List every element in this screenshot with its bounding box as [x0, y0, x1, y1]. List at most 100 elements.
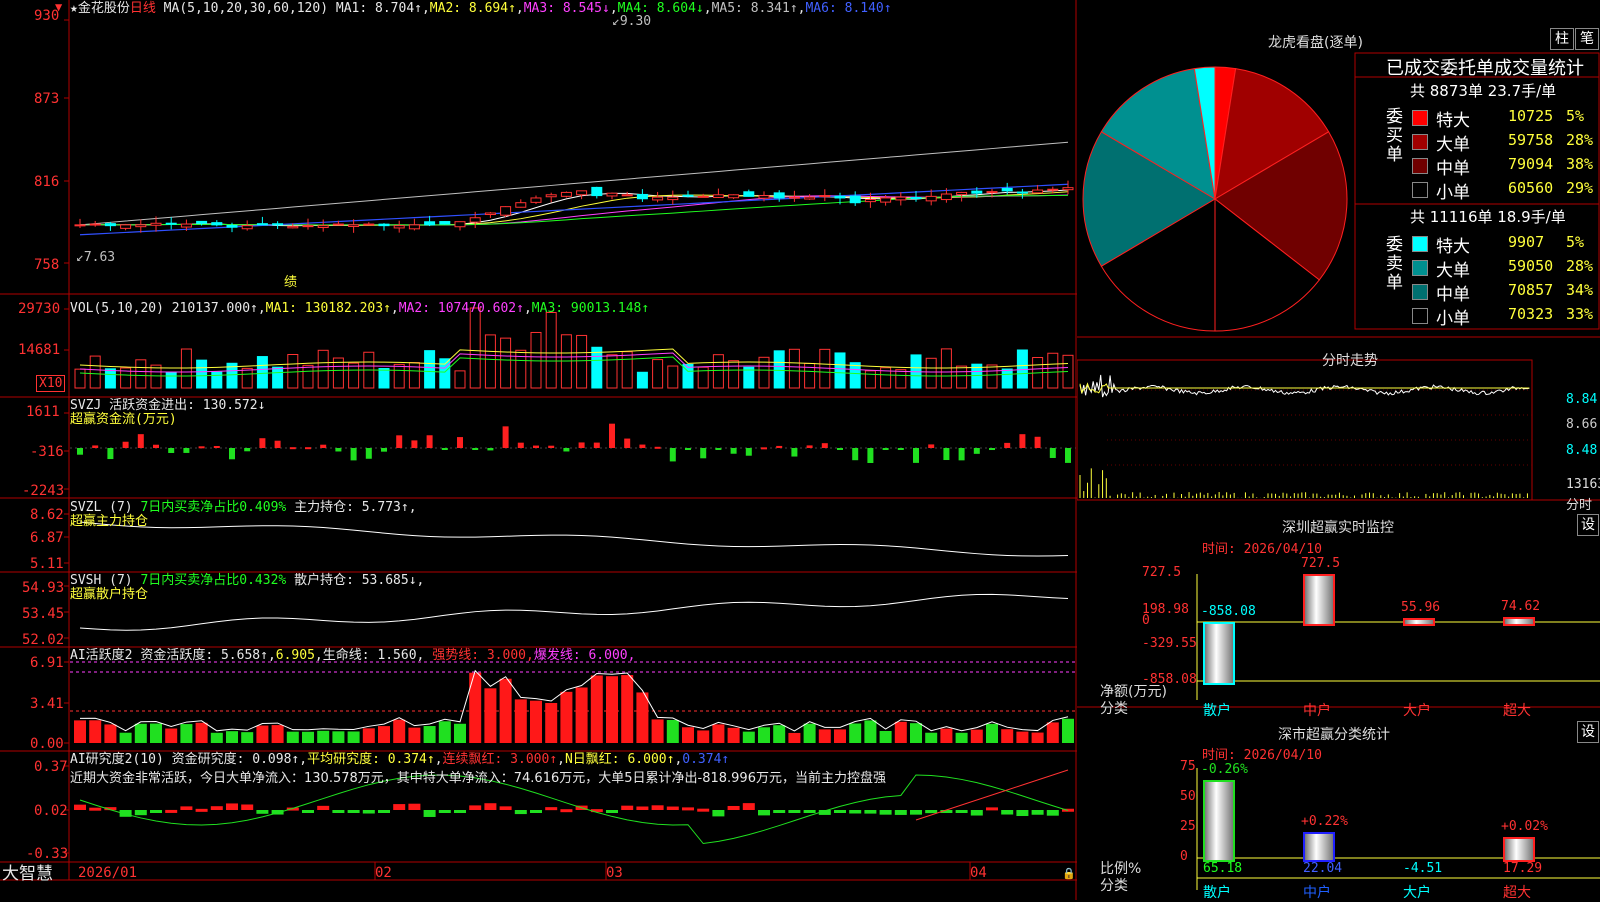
research-bar [788, 810, 801, 813]
research-bar [256, 810, 269, 814]
bar-view-button[interactable]: 柱 [1550, 28, 1574, 50]
activity-bar [697, 730, 710, 743]
flow-bar [1019, 434, 1026, 448]
activity-bar [499, 678, 512, 743]
earnings-mark[interactable]: 绩 [284, 275, 297, 290]
candle-body [576, 190, 588, 196]
research-bar [317, 805, 330, 810]
research-bar [469, 805, 482, 810]
candle-body [940, 193, 952, 201]
candle-body [211, 222, 223, 226]
flow-bar [730, 448, 737, 454]
volume-bar [89, 355, 101, 389]
ma-line [79, 194, 1069, 226]
candle-body [834, 195, 846, 199]
activity-bar [758, 727, 770, 743]
research-bar [925, 810, 938, 814]
flow-bar [669, 448, 676, 462]
candle-body [606, 192, 618, 197]
sz-monitor-bar-value: -858.08 [1201, 604, 1256, 619]
flow-bar [335, 448, 342, 452]
activity-bar [803, 723, 816, 743]
ma1-value: MA1: 8.704↑ [335, 1, 422, 16]
flow-bar [320, 444, 327, 448]
flow-bar [426, 435, 433, 448]
high-price-mark: ↙9.30 [612, 14, 652, 29]
ma-params: MA(5,10,20,30,60,120) [163, 1, 329, 16]
volume-bar [1047, 352, 1059, 389]
sz-monitor-bar [1403, 618, 1435, 627]
stat-row-pct: 5% [1566, 233, 1585, 251]
stat-row-pct: 5% [1566, 107, 1585, 125]
volume-bar [925, 357, 937, 389]
volume-bar [135, 359, 147, 389]
sz-monitor-bar [1503, 617, 1535, 626]
tick-view-button[interactable]: 笔 [1575, 28, 1599, 50]
research-bar [89, 807, 102, 811]
candle-body [104, 223, 116, 227]
sz-class-time: 时间: 2026/04/10 [1202, 748, 1322, 763]
flow-bar [229, 448, 235, 460]
volume-bar [211, 371, 223, 389]
stat-row-value: 59050 [1508, 257, 1554, 275]
stat-row-name: 小单 [1436, 183, 1470, 203]
flow-bar [867, 448, 874, 463]
flow-bar [563, 448, 570, 452]
candle-body [515, 202, 527, 208]
research-bar [347, 810, 360, 813]
svsh-ytick: 53.45 [22, 606, 65, 622]
avg-price-line [1079, 382, 1530, 394]
research-bar [226, 803, 238, 810]
flow-bar [745, 448, 752, 456]
vol-header: VOL(5,10,20) 210137.000↑,MA1: 130182.203… [70, 301, 650, 316]
candle-body [226, 224, 238, 228]
research-bar [560, 809, 573, 813]
flow-bar [289, 447, 296, 450]
vol-unit-badge[interactable]: X10 [36, 375, 66, 392]
volume-bar [317, 349, 329, 389]
volume-bar [986, 364, 998, 389]
flow-bar [1065, 448, 1071, 463]
activity-bar [89, 720, 102, 743]
main-ytick: 816 [34, 174, 60, 190]
flow-bar [1004, 442, 1011, 448]
sz-monitor-settings-button[interactable]: 设 [1577, 514, 1599, 536]
flow-bar [107, 448, 114, 460]
period-label[interactable]: 日线 [130, 1, 156, 16]
research-bar [606, 810, 618, 813]
xaxis-label: 03 [606, 865, 623, 881]
candle-body [1062, 187, 1074, 191]
candle-body [256, 223, 268, 226]
stat-swatch [1412, 236, 1428, 252]
candle-body [971, 190, 983, 194]
activity-bar [393, 719, 406, 743]
research-bar [514, 810, 527, 815]
sz-monitor-bar [1303, 574, 1335, 626]
xaxis-label: 02 [375, 865, 392, 881]
candle-body [652, 196, 664, 201]
flow-bar [791, 448, 798, 457]
sz-monitor-ytick: 0 [1142, 613, 1150, 628]
sz-class-bar-value: -4.51 [1403, 861, 1443, 876]
candle-body [925, 195, 937, 202]
stat-row-pct: 34% [1566, 281, 1594, 299]
candle-body [378, 223, 390, 227]
volume-bar [74, 368, 86, 389]
volume-bar [621, 351, 633, 389]
stat-row-name: 大单 [1436, 261, 1470, 281]
sz-class-settings-button[interactable]: 设 [1577, 721, 1599, 743]
svzj-header: SVZJ 活跃资金进出: 130.572↓ [70, 398, 266, 413]
volume-bar [393, 363, 405, 389]
candle-body [636, 193, 648, 200]
research-bar [682, 807, 694, 811]
candle-body [1001, 187, 1013, 192]
lock-icon[interactable]: 🔒 [1062, 866, 1076, 881]
activity-bar [302, 731, 314, 743]
candle-body [135, 224, 147, 228]
ai2-ytick: 0.02 [34, 803, 68, 819]
candle-body [621, 194, 633, 197]
sz-class-ytick: 0 [1180, 849, 1188, 864]
retail-line [79, 593, 1069, 631]
stat-row-value: 9907 [1508, 233, 1545, 251]
ma2-value: MA2: 8.694↑ [429, 1, 516, 16]
